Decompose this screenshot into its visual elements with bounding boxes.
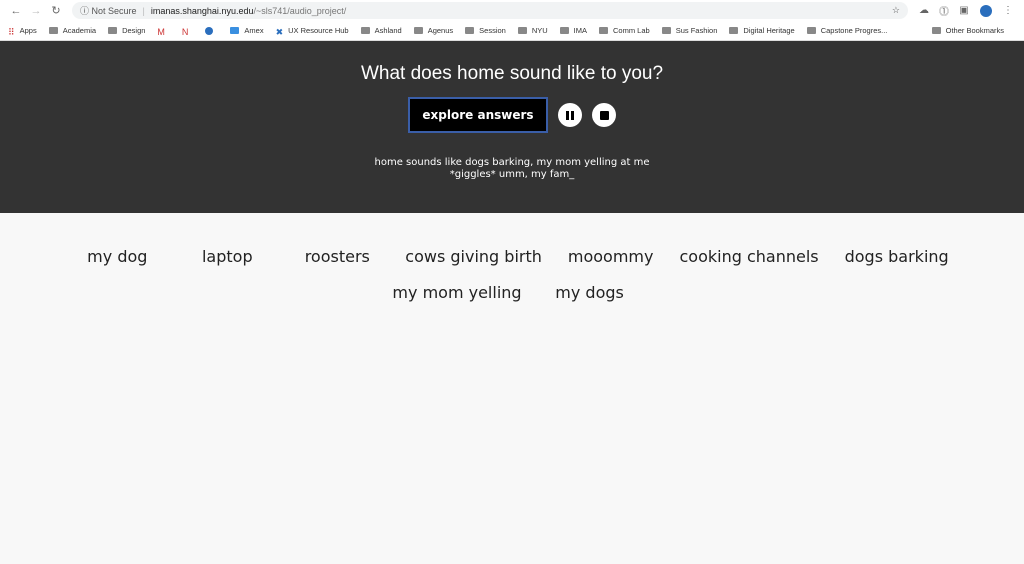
plus-icon: [806, 27, 816, 34]
page-title: What does home sound like to you?: [360, 63, 664, 84]
explore-answers-button[interactable]: explore answers: [408, 97, 548, 133]
folder-icon: [413, 27, 423, 34]
info-icon[interactable]: ⓘ: [80, 4, 92, 17]
menu-icon[interactable]: ⋮: [998, 5, 1018, 16]
bookmark-item[interactable]: Digital Heritage: [729, 26, 795, 35]
answer-word[interactable]: roosters: [282, 247, 392, 266]
bookmark-label: NYU: [531, 26, 548, 35]
hero-section: What does home sound like to you? explor…: [0, 41, 1024, 213]
bookmark-label: Design: [122, 26, 146, 35]
folder-icon: [599, 27, 609, 34]
transcript-text: home sounds like dogs barking, my mom ye…: [374, 157, 650, 180]
amex-icon: [230, 27, 240, 34]
ux-icon: ✖: [275, 27, 284, 37]
bookmark-label: Capstone Progres...: [820, 26, 888, 35]
site-icon: [205, 26, 214, 35]
folder-icon: [465, 27, 475, 34]
bookmark-item[interactable]: ✖ UX Resource Hub: [275, 26, 349, 37]
address-bar[interactable]: ⓘ Not Secure | imanas.shanghai.nyu.edu/~…: [72, 2, 908, 19]
folder-icon: [48, 27, 58, 34]
bookmark-label: Academia: [62, 26, 97, 35]
folder-icon: [729, 27, 739, 34]
bookmark-item[interactable]: M: [157, 27, 170, 37]
bookmark-item[interactable]: N: [181, 27, 194, 37]
bookmark-label: Agenus: [427, 26, 454, 35]
bookmark-label: Ashland: [374, 26, 402, 35]
forward-icon[interactable]: →: [26, 5, 46, 17]
pause-icon: [566, 110, 569, 120]
url-path: /~sls741/audio_project/: [253, 5, 347, 16]
bookmark-item[interactable]: Amex: [230, 26, 264, 35]
back-icon[interactable]: ←: [6, 5, 26, 17]
other-bookmarks-label: Other Bookmarks: [945, 26, 1004, 35]
bookmark-label: Digital Heritage: [743, 26, 795, 35]
netflix-icon: N: [181, 27, 189, 37]
gmail-icon: M: [157, 27, 165, 37]
bookmark-item[interactable]: Agenus: [413, 26, 454, 35]
password-icon[interactable]: ⓵: [934, 3, 954, 18]
stop-icon: [599, 110, 609, 120]
extension-icon[interactable]: ▣: [954, 5, 974, 16]
answer-word[interactable]: laptop: [172, 247, 282, 266]
bookmark-item[interactable]: Design: [108, 26, 145, 35]
bookmark-label: Amex: [244, 26, 264, 35]
pause-button[interactable]: [558, 103, 582, 127]
bookmarks-bar: ⠿ Apps Academia Design M N Amex ✖ UX Resource Hu…: [0, 21, 1024, 41]
bookmark-label: Comm Lab: [613, 26, 650, 35]
bookmark-item[interactable]: Academia: [48, 26, 97, 35]
ashland-icon: [360, 27, 370, 34]
folder-icon: [108, 27, 118, 34]
bookmark-item[interactable]: NYU: [517, 26, 548, 35]
bookmark-item[interactable]: ⠿ Apps: [8, 26, 37, 37]
cloud-icon[interactable]: ☁: [914, 5, 934, 16]
answer-word[interactable]: mooommy: [555, 247, 667, 266]
bookmark-item[interactable]: IMA: [559, 26, 588, 35]
answer-word[interactable]: cooking channels: [666, 247, 831, 266]
bookmark-item[interactable]: [205, 26, 218, 35]
answer-word[interactable]: my dogs: [535, 283, 645, 302]
folder-icon: [931, 27, 941, 34]
bookmark-item[interactable]: Ashland: [360, 26, 402, 35]
folder-icon: [559, 27, 569, 34]
bookmark-item[interactable]: Session: [465, 26, 506, 35]
bookmark-label: Sus Fashion: [675, 26, 718, 35]
url-host: imanas.shanghai.nyu.edu: [150, 5, 254, 16]
bookmark-item[interactable]: Sus Fashion: [661, 26, 718, 35]
star-icon[interactable]: ☆: [892, 5, 900, 16]
bookmark-label: IMA: [573, 26, 588, 35]
answer-word[interactable]: cows giving birth: [392, 247, 555, 266]
answer-word[interactable]: my mom yelling: [379, 283, 534, 302]
bookmark-label: Session: [479, 26, 506, 35]
bookmark-label: UX Resource Hub: [288, 26, 349, 35]
bookmark-item[interactable]: Comm Lab: [599, 26, 650, 35]
stop-button[interactable]: [592, 103, 616, 127]
bookmark-item[interactable]: Capstone Progres...: [806, 26, 888, 35]
answer-words: my dog laptop roosters cows giving birth moo…: [32, 247, 992, 302]
folder-icon: [517, 27, 527, 34]
answer-word[interactable]: dogs barking: [832, 247, 962, 266]
answer-word[interactable]: my dog: [62, 247, 172, 266]
reload-icon[interactable]: ↻: [46, 4, 66, 17]
browser-toolbar: ← → ↻ ⓘ Not Secure | imanas.shanghai.nyu…: [0, 0, 1024, 21]
other-bookmarks[interactable]: Other Bookmarks: [931, 26, 1004, 35]
avatar[interactable]: [980, 4, 992, 17]
bookmark-label: Apps: [19, 26, 37, 35]
apps-grid-icon: ⠿: [8, 27, 15, 37]
security-label: Not Secure: [91, 5, 137, 16]
folder-icon: [661, 27, 671, 34]
